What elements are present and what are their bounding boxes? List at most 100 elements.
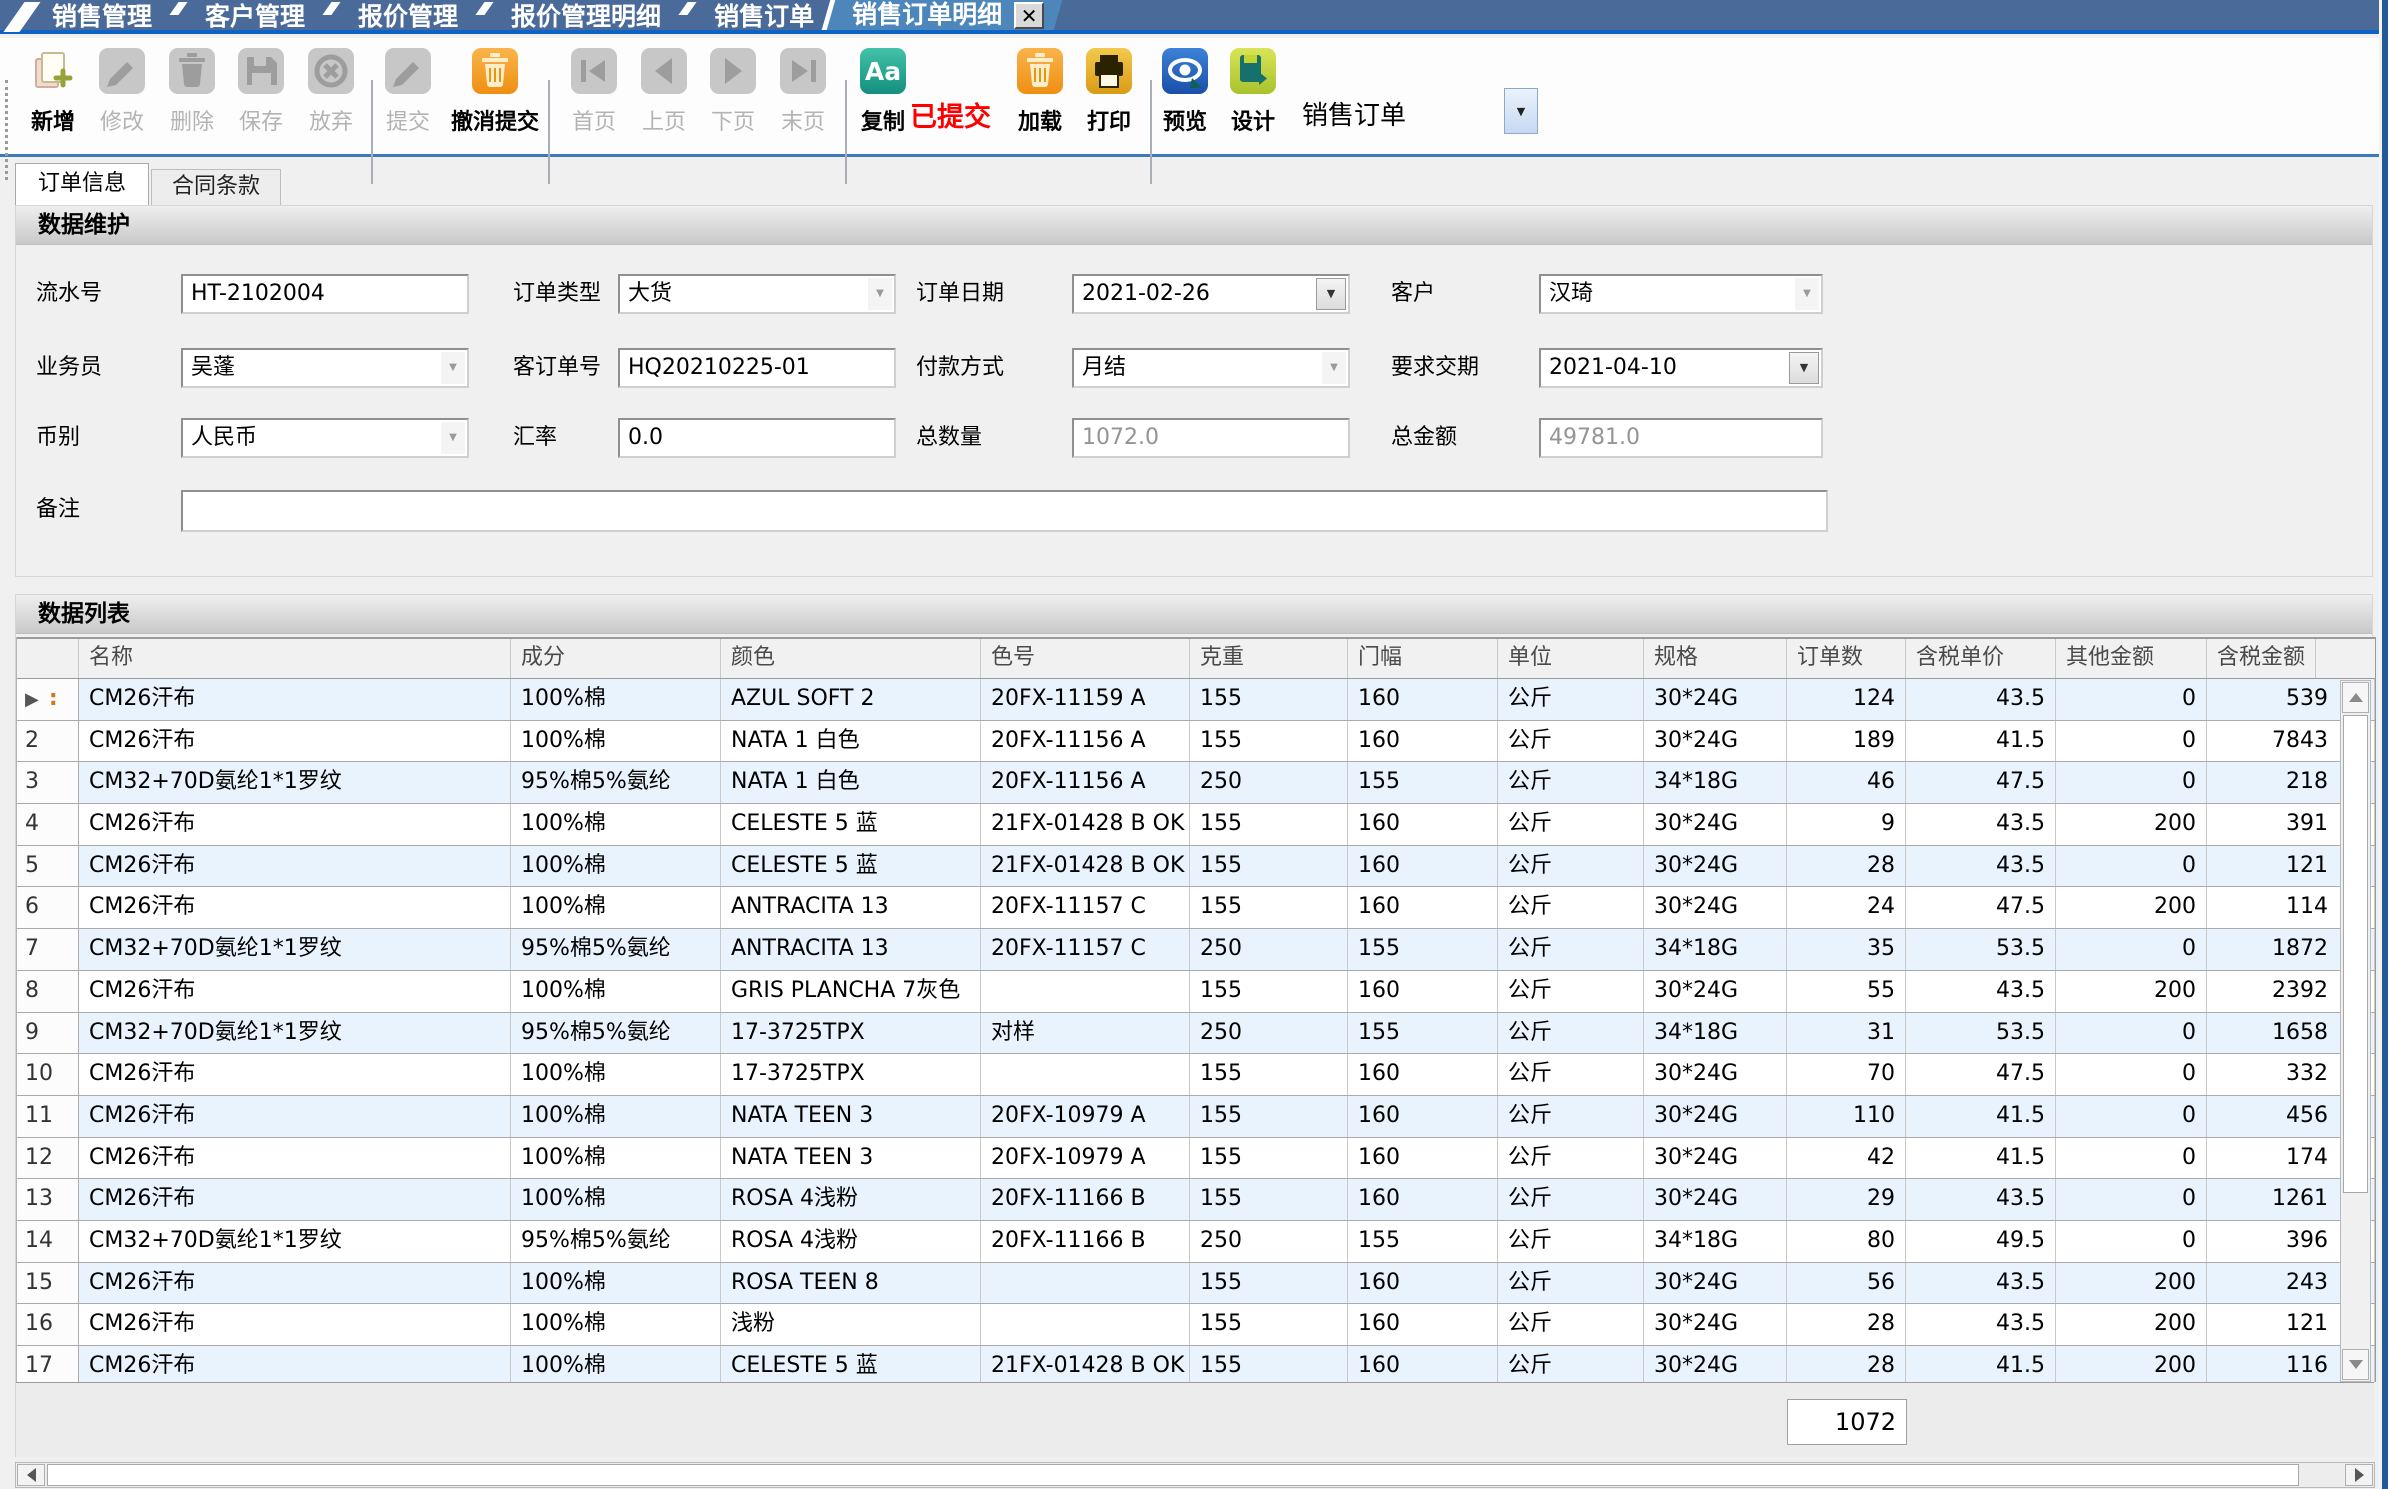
scroll-up-button[interactable] [2342,682,2369,713]
toolbar-button-revoke-trash[interactable]: 撤消提交 [440,48,550,136]
date-field[interactable]: 2021-04-10 [1539,348,1823,388]
horizontal-scrollbar[interactable] [15,1462,2375,1488]
table-cell[interactable]: 155 [1190,1179,1348,1220]
table-cell[interactable]: 20FX-11166 B [981,1179,1190,1220]
table-cell[interactable]: 公斤 [1498,1263,1644,1304]
table-cell[interactable]: 100%棉 [511,1346,721,1382]
table-cell[interactable]: 155 [1190,721,1348,762]
table-cell[interactable]: 35 [1787,929,1906,970]
column-header-5[interactable]: 门幅 [1348,639,1498,678]
table-cell[interactable]: 49.5 [1906,1221,2056,1262]
table-cell[interactable]: 160 [1348,1179,1498,1220]
table-cell[interactable]: 100%棉 [511,887,721,928]
table-cell[interactable]: CM26汗布 [79,887,511,928]
table-cell[interactable]: 30*24G [1644,804,1787,845]
table-cell[interactable]: 46 [1787,762,1906,803]
table-cell[interactable]: 155 [1190,1054,1348,1095]
table-cell[interactable]: 95%棉5%氨纶 [511,762,721,803]
table-cell[interactable]: 20FX-11166 B [981,1221,1190,1262]
table-cell[interactable]: 公斤 [1498,846,1644,887]
table-row[interactable]: 14CM32+70D氨纶1*1罗纹95%棉5%氨纶ROSA 4浅粉20FX-11… [17,1221,2375,1263]
table-cell[interactable]: 189 [1787,721,1906,762]
table-cell[interactable]: 160 [1348,1054,1498,1095]
table-cell[interactable]: 28 [1787,846,1906,887]
table-cell[interactable]: 21FX-01428 B OK [981,804,1190,845]
table-cell[interactable]: 110 [1787,1096,1906,1137]
table-cell[interactable]: 0 [2056,1096,2207,1137]
scroll-down-button[interactable] [2342,1349,2369,1380]
table-row[interactable]: 8CM26汗布100%棉GRIS PLANCHA 7灰色155160公斤30*2… [17,971,2375,1013]
horizontal-scroll-thumb[interactable] [47,1464,2299,1486]
table-cell[interactable]: 20FX-11157 C [981,887,1190,928]
window-tab-4[interactable]: 销售订单 [708,0,820,30]
toolbar-button-load-trash[interactable]: 加载 [1000,48,1080,136]
table-cell[interactable]: 公斤 [1498,929,1644,970]
table-cell[interactable]: 200 [2056,1304,2207,1345]
table-cell[interactable]: ROSA TEEN 8 [721,1263,981,1304]
table-cell[interactable]: 42 [1787,1138,1906,1179]
table-row[interactable]: 6CM26汗布100%棉ANTRACITA 1320FX-11157 C1551… [17,887,2375,929]
table-cell[interactable]: CM32+70D氨纶1*1罗纹 [79,762,511,803]
table-cell[interactable]: 47.5 [1906,887,2056,928]
vertical-scrollbar[interactable] [2340,680,2371,1382]
table-cell[interactable]: CM26汗布 [79,1346,511,1382]
table-cell[interactable]: 100%棉 [511,804,721,845]
table-cell[interactable]: 43.5 [1906,846,2056,887]
table-cell[interactable]: 100%棉 [511,679,721,720]
table-cell[interactable]: 160 [1348,1304,1498,1345]
table-cell[interactable]: 160 [1348,1263,1498,1304]
table-cell[interactable]: 20FX-10979 A [981,1096,1190,1137]
table-cell[interactable]: GRIS PLANCHA 7灰色 [721,971,981,1012]
chevron-down-icon[interactable] [441,422,465,454]
table-cell[interactable]: 160 [1348,804,1498,845]
table-cell[interactable]: 155 [1190,804,1348,845]
table-row[interactable]: 11CM26汗布100%棉NATA TEEN 320FX-10979 A1551… [17,1096,2375,1138]
scroll-left-button[interactable] [17,1464,45,1486]
combo-field[interactable]: 月结 [1072,348,1350,388]
table-cell[interactable]: 56 [1787,1263,1906,1304]
table-cell[interactable]: 21FX-01428 B OK [981,1346,1190,1382]
table-cell[interactable]: 53.5 [1906,929,2056,970]
table-cell[interactable]: 公斤 [1498,1346,1644,1382]
table-cell[interactable]: 95%棉5%氨纶 [511,929,721,970]
scroll-right-button[interactable] [2345,1464,2373,1486]
table-cell[interactable]: 47.5 [1906,1054,2056,1095]
table-cell[interactable]: 0 [2056,929,2207,970]
table-cell[interactable]: 95%棉5%氨纶 [511,1013,721,1054]
combo-field[interactable]: 大货 [618,274,896,314]
toolbar-button-printer[interactable]: 打印 [1069,48,1149,136]
table-row[interactable]: 5CM26汗布100%棉CELESTE 5 蓝21FX-01428 B OK15… [17,846,2375,888]
table-row[interactable]: 9CM32+70D氨纶1*1罗纹95%棉5%氨纶17-3725TPX对样2501… [17,1013,2375,1055]
table-cell[interactable]: 155 [1348,1013,1498,1054]
table-cell[interactable]: 28 [1787,1346,1906,1382]
table-cell[interactable]: NATA TEEN 3 [721,1096,981,1137]
table-cell[interactable]: 43.5 [1906,1179,2056,1220]
text-field[interactable]: HT-2102004 [181,274,469,314]
table-cell[interactable]: ROSA 4浅粉 [721,1221,981,1262]
table-cell[interactable] [981,1263,1190,1304]
table-cell[interactable]: CM26汗布 [79,846,511,887]
table-cell[interactable]: 公斤 [1498,1096,1644,1137]
combo-field[interactable]: 汉琦 [1539,274,1823,314]
table-cell[interactable]: AZUL SOFT 2 [721,679,981,720]
table-cell[interactable]: 20FX-11156 A [981,721,1190,762]
table-cell[interactable]: 155 [1190,1138,1348,1179]
table-cell[interactable]: 155 [1348,1221,1498,1262]
table-cell[interactable]: 17-3725TPX [721,1013,981,1054]
table-cell[interactable]: 34*18G [1644,762,1787,803]
table-cell[interactable]: NATA 1 白色 [721,721,981,762]
table-cell[interactable]: 30*24G [1644,1179,1787,1220]
table-cell[interactable]: 100%棉 [511,1263,721,1304]
table-cell[interactable]: 43.5 [1906,679,2056,720]
table-cell[interactable]: 100%棉 [511,1138,721,1179]
table-cell[interactable]: CM32+70D氨纶1*1罗纹 [79,1013,511,1054]
table-cell[interactable]: 160 [1348,721,1498,762]
table-row[interactable]: 10CM26汗布100%棉17-3725TPX155160公斤30*24G704… [17,1054,2375,1096]
toolbar-button-design[interactable]: 设计 [1213,48,1293,136]
table-cell[interactable]: 160 [1348,971,1498,1012]
chevron-down-icon[interactable] [441,352,465,384]
table-cell[interactable]: 34*18G [1644,1221,1787,1262]
table-cell[interactable]: 155 [1190,1346,1348,1382]
table-cell[interactable]: 20FX-10979 A [981,1138,1190,1179]
table-cell[interactable]: CM26汗布 [79,721,511,762]
